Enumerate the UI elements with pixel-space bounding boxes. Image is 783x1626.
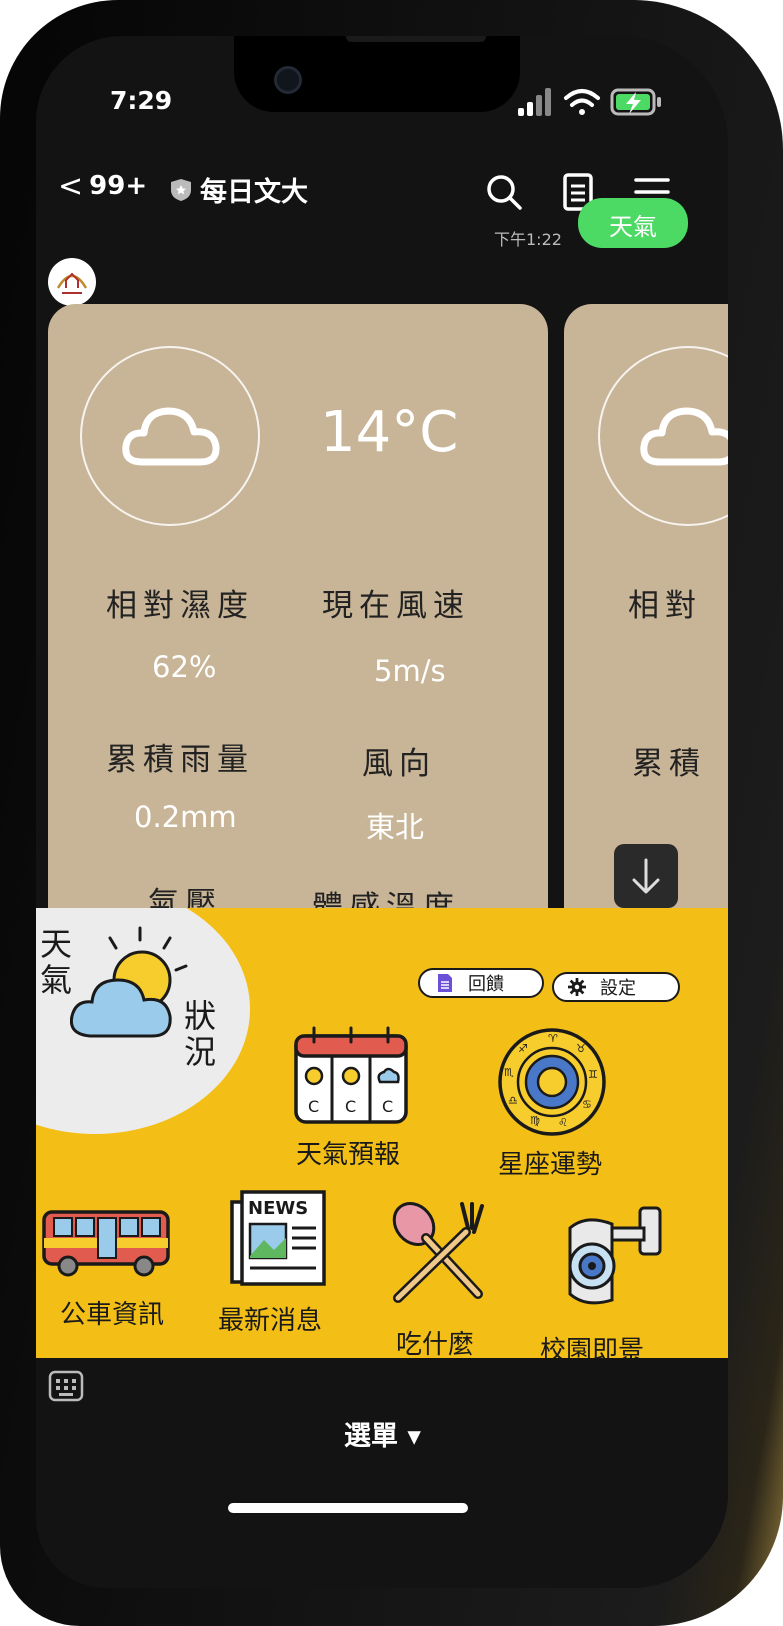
bus-icon <box>42 1210 170 1277</box>
sent-message-text: 天氣 <box>609 213 657 241</box>
status-time: 7:29 <box>110 86 173 115</box>
svg-text:C: C <box>345 1097 356 1116</box>
sun-cloud-icon <box>70 926 188 1038</box>
message-timestamp: 下午1:22 <box>494 230 562 249</box>
newspaper-icon: NEWS <box>230 1190 326 1286</box>
svg-text:♊: ♊ <box>588 1068 598 1081</box>
chat-title[interactable]: 每日文大 <box>170 170 308 209</box>
status-icons <box>518 88 661 116</box>
spoon-fork-icon <box>392 1202 484 1303</box>
svg-text:C: C <box>382 1097 393 1116</box>
temperature-value: 14°C <box>320 400 459 465</box>
menu-item-label: 公車資訊 <box>60 1300 165 1330</box>
menu-item-latest-news[interactable]: NEWS 最新消息 <box>216 1188 376 1338</box>
menu-item-campus-view[interactable]: 校園即景 <box>540 1204 700 1358</box>
keyboard-icon[interactable] <box>48 1368 84 1404</box>
rainfall-value: 0.2mm <box>134 800 237 834</box>
svg-text:♉: ♉ <box>576 1042 586 1055</box>
sent-message-bubble[interactable]: 天氣 <box>578 198 688 248</box>
signal-icon <box>518 88 551 116</box>
menu-item-horoscope[interactable]: ♈ ♉ ♊ ♋ ♌ ♍ ♎ ♏ ♐ 星座運勢 <box>482 1026 642 1180</box>
zodiac-wheel-icon: ♈ ♉♊ ♋ ♌ ♍ ♎ ♏ ♐ <box>498 1028 606 1136</box>
svg-text:NEWS: NEWS <box>248 1198 308 1219</box>
wind-speed-label: 現在風速 <box>322 588 470 624</box>
unread-count: 99+ <box>89 171 148 201</box>
document-icon <box>438 974 452 992</box>
front-camera <box>274 66 302 94</box>
home-indicator[interactable] <box>228 1503 468 1513</box>
svg-text:♋: ♋ <box>582 1098 592 1111</box>
gear-icon <box>568 978 586 996</box>
svg-text:♏: ♏ <box>504 1066 514 1079</box>
condition-icon-circle <box>598 346 728 526</box>
arrow-down-icon <box>632 858 660 894</box>
menu-item-label: 校園即景 <box>540 1336 645 1358</box>
svg-text:C: C <box>308 1097 319 1116</box>
rainfall-label: 累積 <box>632 746 706 782</box>
wind-speed-value: 5m/s <box>374 654 446 688</box>
settings-label: 設定 <box>600 978 636 999</box>
battery-icon <box>610 88 661 116</box>
scroll-down-button[interactable] <box>614 844 678 908</box>
menu-item-bus-info[interactable]: 公車資訊 <box>40 1208 190 1330</box>
weather-status-label-left: 天氣 <box>40 925 73 999</box>
phone-frame: 7:29 < 99+ 每日文大 下午1:22 天氣 14°C 相對濕度 62% … <box>0 0 783 1626</box>
menu-toggle-button[interactable]: 選單 ▾ <box>344 1414 421 1453</box>
menu-item-weather-forecast[interactable]: C C C 天氣預報 <box>276 1026 436 1170</box>
svg-text:♌: ♌ <box>558 1116 568 1129</box>
humidity-label: 相對濕度 <box>106 588 254 624</box>
chevron-left-icon: < <box>58 168 84 204</box>
menu-item-label: 星座運勢 <box>498 1150 603 1180</box>
cloud-icon <box>640 407 728 466</box>
chat-title-text: 每日文大 <box>200 177 308 208</box>
svg-text:♈: ♈ <box>548 1032 558 1045</box>
wind-direction-value: 東北 <box>366 810 425 844</box>
settings-button[interactable]: 設定 <box>552 972 680 1002</box>
weather-status-button[interactable]: 天氣 狀況 <box>36 908 250 1134</box>
menu-item-label: 最新消息 <box>218 1306 323 1336</box>
rainfall-label: 累積雨量 <box>106 742 254 778</box>
phone-screen: 7:29 < 99+ 每日文大 下午1:22 天氣 14°C 相對濕度 62% … <box>36 36 728 1588</box>
feedback-label: 回饋 <box>468 974 504 995</box>
bot-avatar[interactable] <box>48 258 96 306</box>
search-icon[interactable] <box>484 172 524 212</box>
menu-item-label: 天氣預報 <box>296 1140 401 1170</box>
condition-icon-circle <box>80 346 260 526</box>
cloud-icon <box>122 407 220 466</box>
bottom-bar: 選單 ▾ <box>36 1358 728 1588</box>
humidity-value: 62% <box>152 650 217 684</box>
rich-menu: 天氣 狀況 回饋 設定 C C C 天氣預報 ♈ ♉ ♊ ♋ ♌ ♍ ♎ ♏ ♐… <box>36 908 728 1358</box>
feedback-button[interactable]: 回饋 <box>418 968 544 998</box>
back-button[interactable]: < 99+ <box>58 166 147 206</box>
menu-item-label: 吃什麼 <box>396 1330 475 1358</box>
speaker <box>346 36 486 42</box>
svg-text:♍: ♍ <box>530 1114 540 1127</box>
svg-text:♎: ♎ <box>508 1094 518 1107</box>
wifi-icon <box>564 89 600 115</box>
humidity-label: 相對 <box>628 588 702 624</box>
svg-text:♐: ♐ <box>518 1042 528 1055</box>
weather-card: 14°C 相對濕度 62% 現在風速 5m/s 累積雨量 0.2mm 風向 東北… <box>48 304 548 974</box>
security-camera-icon <box>568 1206 662 1305</box>
calendar-weather-icon: C C C <box>294 1026 408 1124</box>
notch <box>234 36 520 112</box>
menu-item-what-to-eat[interactable]: 吃什麼 <box>376 1198 526 1358</box>
wind-direction-label: 風向 <box>362 746 436 782</box>
shield-icon <box>171 178 191 201</box>
